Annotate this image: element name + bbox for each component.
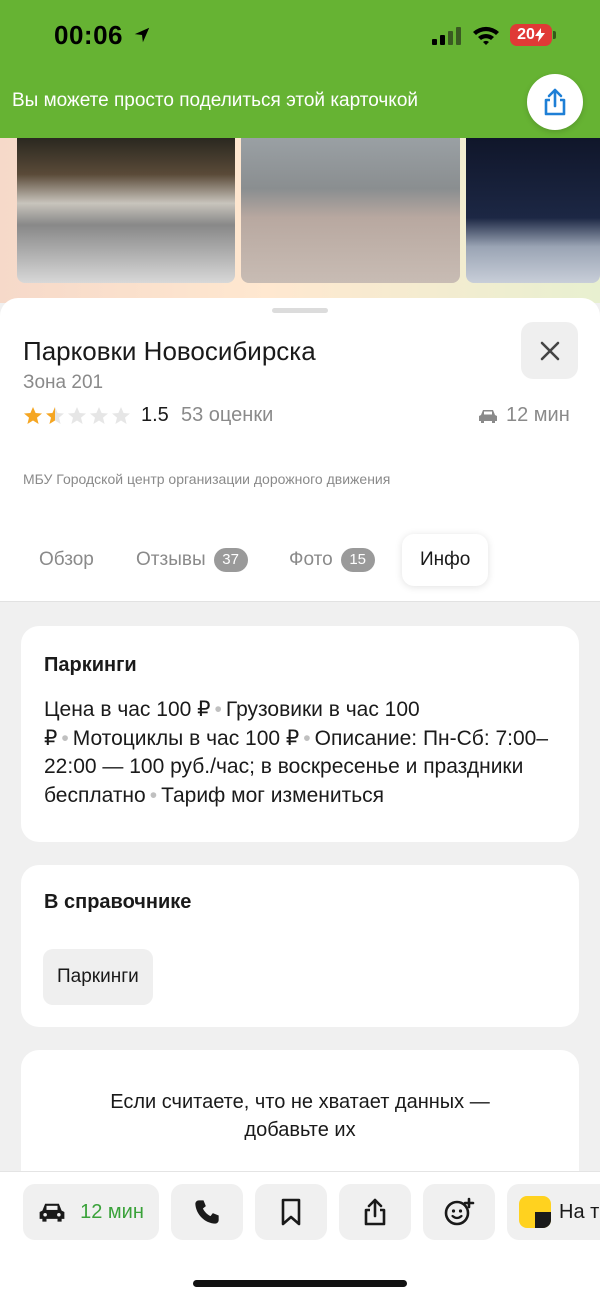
add-review-button[interactable] <box>423 1184 495 1240</box>
home-indicator[interactable] <box>193 1280 407 1287</box>
photos-count-badge: 15 <box>340 548 375 572</box>
phone-icon <box>195 1200 219 1224</box>
photo-parking-lot-night[interactable] <box>17 138 235 283</box>
photo-building-entrance[interactable] <box>241 138 460 283</box>
parking-info-card: Паркинги Цена в час 100 ₽ • Грузовики в ча… <box>21 626 579 842</box>
place-subtitle: Зона 201 <box>23 372 104 393</box>
add-data-text: Если считаете, что не хватает данных — д… <box>21 1088 579 1144</box>
tab-reviews[interactable]: Отзывы 37 <box>136 534 248 586</box>
share-banner[interactable]: 00:06 20 Вы можете просто поделиться это… <box>0 0 600 138</box>
star-filled-icon <box>24 407 42 424</box>
battery-tip <box>553 31 556 39</box>
yandex-go-logo <box>519 1196 551 1228</box>
tab-photos[interactable]: Фото 15 <box>289 534 375 586</box>
share-icon <box>544 88 566 116</box>
call-button[interactable] <box>171 1184 243 1240</box>
star-half-icon <box>46 407 64 424</box>
tab-label: Инфо <box>420 549 471 570</box>
travel-time: 12 мин <box>478 404 570 427</box>
wifi-icon <box>473 26 499 45</box>
separator-dot: • <box>149 783 158 807</box>
share-icon <box>364 1198 386 1226</box>
directory-card: В справочнике Паркинги <box>21 865 579 1027</box>
charging-bolt-icon <box>534 28 545 42</box>
reviews-count-badge: 37 <box>213 548 248 572</box>
add-data-card[interactable]: Если считаете, что не хватает данных — д… <box>21 1050 579 1190</box>
tab-label: Отзывы <box>136 549 206 570</box>
cellular-signal-icon <box>432 27 461 45</box>
photo-street-night[interactable] <box>466 138 600 283</box>
bookmark-button[interactable] <box>255 1184 327 1240</box>
place-title: Парковки Новосибирска <box>23 336 316 366</box>
close-button[interactable] <box>521 322 578 379</box>
card-title: Паркинги <box>44 654 137 676</box>
tab-info[interactable]: Инфо <box>402 534 489 586</box>
price-item: Тариф мог измениться <box>161 783 385 807</box>
tab-label: Фото <box>289 549 333 570</box>
tab-overview[interactable]: Обзор <box>39 534 94 586</box>
tab-bar: Обзор Отзывы 37 Фото 15 Инфо <box>0 534 600 586</box>
status-time: 00:06 <box>54 20 123 50</box>
star-empty-icon <box>112 407 130 424</box>
banner-text: Вы можете просто поделиться этой карточк… <box>12 90 419 111</box>
photo-strip[interactable] <box>0 138 600 303</box>
organization-name: МБУ Городской центр организации дорожног… <box>23 471 391 487</box>
battery-level: 20 <box>517 26 535 43</box>
smiley-add-icon <box>444 1197 475 1226</box>
add-data-line: добавьте их <box>244 1119 356 1141</box>
travel-time-label: 12 мин <box>506 404 570 426</box>
bottom-action-bar: 12 мин На т <box>0 1171 600 1297</box>
sheet-grabber[interactable] <box>272 308 328 313</box>
bookmark-icon <box>281 1198 301 1226</box>
add-data-line: Если считаете, что не хватает данных — <box>110 1091 490 1113</box>
route-button[interactable]: 12 мин <box>23 1184 159 1240</box>
yandex-taxi-label: На т <box>559 1200 600 1223</box>
tab-label: Обзор <box>39 549 94 570</box>
route-time-label: 12 мин <box>80 1200 144 1223</box>
car-icon <box>479 409 497 423</box>
separator-dot: • <box>214 698 222 721</box>
price-item: Мотоциклы в час 100 ₽ <box>72 726 300 750</box>
card-title: В справочнике <box>44 891 192 913</box>
rating-value: 1.5 <box>141 404 169 426</box>
location-arrow-icon <box>134 27 150 43</box>
car-icon <box>39 1203 65 1222</box>
share-place-button[interactable] <box>339 1184 411 1240</box>
separator-dot: • <box>303 726 311 750</box>
star-empty-icon <box>68 407 86 424</box>
yandex-taxi-button[interactable]: На т <box>507 1184 600 1240</box>
rating-stars <box>23 406 131 426</box>
star-empty-icon <box>90 407 108 424</box>
place-card: Парковки Новосибирска Зона 201 1.5 53 оц… <box>0 298 600 602</box>
parking-prices: Цена в час 100 ₽ • Грузовики в час 100 ₽ • М… <box>44 696 564 810</box>
rating-count-link[interactable]: 53 оценки <box>181 404 273 427</box>
category-chip[interactable]: Паркинги <box>43 949 153 1005</box>
share-button[interactable] <box>527 74 583 130</box>
close-icon <box>540 341 559 360</box>
price-item: Цена в час 100 ₽ <box>44 698 211 721</box>
battery-indicator: 20 <box>510 24 552 46</box>
separator-dot: • <box>61 726 69 750</box>
